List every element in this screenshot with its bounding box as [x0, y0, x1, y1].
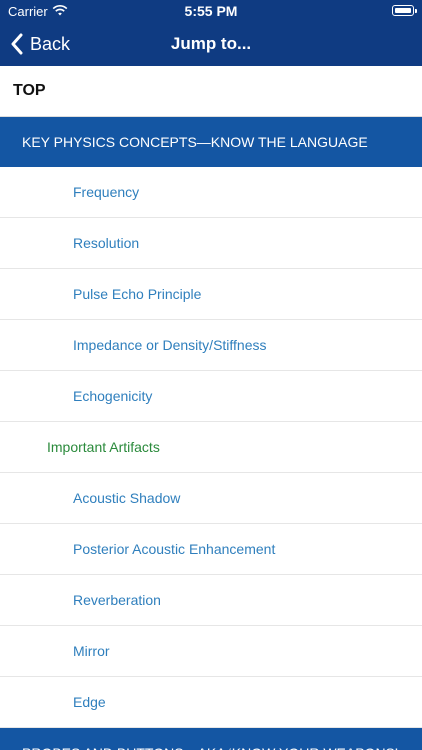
header: Carrier 5:55 PM Back Jump to...	[0, 0, 422, 66]
list-item-impedance[interactable]: Impedance or Density/Stiffness	[0, 320, 422, 371]
jump-list: TOP KEY PHYSICS CONCEPTS—KNOW THE LANGUA…	[0, 66, 422, 750]
page-title: Jump to...	[170, 34, 252, 53]
battery-icon	[392, 5, 417, 16]
list-item-pulse-echo[interactable]: Pulse Echo Principle	[0, 269, 422, 320]
list-item-echogenicity[interactable]: Echogenicity	[0, 371, 422, 422]
top-item[interactable]: TOP	[0, 66, 422, 117]
list-item-posterior-enhancement[interactable]: Posterior Acoustic Enhancement	[0, 524, 422, 575]
list-item-reverberation[interactable]: Reverberation	[0, 575, 422, 626]
clock: 5:55 PM	[184, 3, 238, 19]
list-item-edge[interactable]: Edge	[0, 677, 422, 728]
list-item-frequency[interactable]: Frequency	[0, 167, 422, 218]
subheading-important-artifacts[interactable]: Important Artifacts	[0, 422, 422, 473]
status-bar: Carrier 5:55 PM	[0, 0, 422, 22]
nav-bar: Back Jump to...	[0, 22, 422, 66]
section-header-probes-buttons[interactable]: PROBES AND BUTTONS—AKA ‘KNOW YOUR WEAPON…	[0, 728, 422, 750]
section-header-key-physics[interactable]: KEY PHYSICS CONCEPTS—KNOW THE LANGUAGE	[0, 117, 422, 167]
list-item-mirror[interactable]: Mirror	[0, 626, 422, 677]
list-item-resolution[interactable]: Resolution	[0, 218, 422, 269]
list-item-acoustic-shadow[interactable]: Acoustic Shadow	[0, 473, 422, 524]
